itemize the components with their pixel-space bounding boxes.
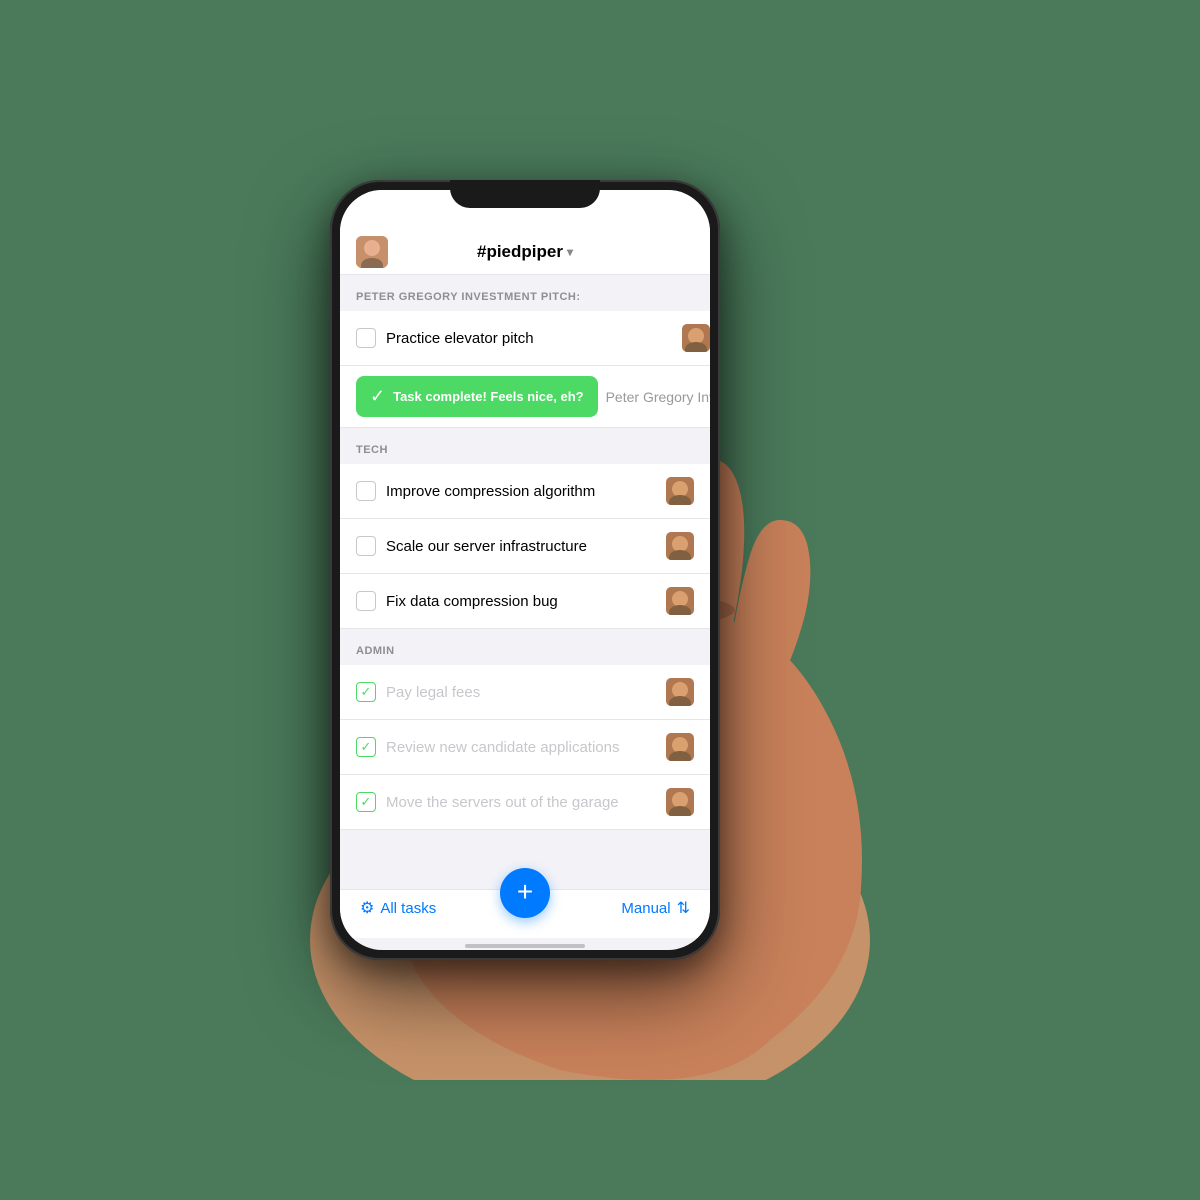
task-row-server-infra[interactable]: Scale our server infrastructure: [340, 519, 710, 574]
task-checkbox-elevator-pitch[interactable]: [356, 328, 376, 348]
task-complete-toast: ✓ Task complete! Feels nice, eh?: [356, 376, 598, 417]
task-checkbox-compression-bug[interactable]: [356, 591, 376, 611]
bottom-right-sort[interactable]: Manual ⇅: [621, 898, 690, 918]
phone-frame: #piedpiper ▾ PETER GREGORY INVESTMENT PI…: [330, 180, 720, 960]
phone-scene: #piedpiper ▾ PETER GREGORY INVESTMENT PI…: [210, 120, 990, 1080]
bottom-bar: ⚙ All tasks + Manual ⇅: [340, 889, 710, 938]
task-avatar-move-servers: [666, 788, 694, 816]
task-row-compression-algo[interactable]: Improve compression algorithm: [340, 464, 710, 519]
header-avatar: [356, 236, 388, 268]
app-header: #piedpiper ▾: [340, 234, 710, 275]
section-title-admin: ADMIN: [356, 645, 395, 657]
toast-message: Task complete! Feels nice, eh?: [393, 389, 584, 404]
phone-screen: #piedpiper ▾ PETER GREGORY INVESTMENT PI…: [340, 190, 710, 950]
task-text-compression-algo: Improve compression algorithm: [386, 483, 595, 500]
task-text-elevator-pitch: Practice elevator pitch: [386, 330, 534, 347]
task-row-candidate-apps[interactable]: ✓ Review new candidate applications: [340, 720, 710, 775]
filter-icon: ⚙: [360, 898, 374, 918]
task-checkbox-candidate-apps[interactable]: ✓: [356, 737, 376, 757]
manual-sort-label: Manual: [621, 900, 670, 917]
task-text-server-infra: Scale our server infrastructure: [386, 538, 587, 555]
section-admin: ADMIN: [340, 629, 710, 665]
task-avatar-compression-bug: [666, 587, 694, 615]
task-checkbox-legal-fees[interactable]: ✓: [356, 682, 376, 702]
sort-icon: ⇅: [677, 898, 690, 918]
task-row-elevator-pitch[interactable]: Practice elevator pitch: [340, 311, 710, 366]
task-avatar-elevator-pitch: [682, 324, 710, 352]
channel-name: #piedpiper: [477, 242, 563, 262]
task-checkbox-server-infra[interactable]: [356, 536, 376, 556]
section-title-peter-gregory: PETER GREGORY INVESTMENT PITCH:: [356, 291, 581, 303]
plus-icon: +: [517, 878, 533, 906]
task-text-legal-fees: Pay legal fees: [386, 684, 480, 701]
chevron-down-icon: ▾: [567, 245, 573, 259]
task-row-compression-bug[interactable]: Fix data compression bug: [340, 574, 710, 629]
task-list-content[interactable]: PETER GREGORY INVESTMENT PITCH: Practice…: [340, 275, 710, 889]
home-indicator: [465, 944, 585, 948]
section-title-tech: TECH: [356, 444, 388, 456]
section-tech: TECH: [340, 428, 710, 464]
task-text-move-servers: Move the servers out of the garage: [386, 794, 619, 811]
task-text-compression-bug: Fix data compression bug: [386, 593, 558, 610]
task-text-candidate-apps: Review new candidate applications: [386, 739, 619, 756]
checkmark-icon: ✓: [370, 386, 385, 407]
channel-title[interactable]: #piedpiper ▾: [477, 242, 573, 262]
all-tasks-label: All tasks: [380, 900, 436, 917]
task-row-move-servers[interactable]: ✓ Move the servers out of the garage: [340, 775, 710, 830]
task-checkbox-move-servers[interactable]: ✓: [356, 792, 376, 812]
toast-assignee: Peter Gregory Inv: [606, 389, 710, 405]
task-avatar-server-infra: [666, 532, 694, 560]
add-task-button[interactable]: +: [500, 868, 550, 918]
phone-notch: [450, 180, 600, 208]
task-avatar-legal-fees: [666, 678, 694, 706]
task-checkbox-compression-algo[interactable]: [356, 481, 376, 501]
task-avatar-compression-algo: [666, 477, 694, 505]
section-peter-gregory: PETER GREGORY INVESTMENT PITCH:: [340, 275, 710, 311]
toast-container: ✓ Task complete! Feels nice, eh? Peter G…: [340, 366, 710, 428]
bottom-left-filter[interactable]: ⚙ All tasks: [360, 898, 436, 918]
task-row-legal-fees[interactable]: ✓ Pay legal fees: [340, 665, 710, 720]
task-avatar-candidate-apps: [666, 733, 694, 761]
